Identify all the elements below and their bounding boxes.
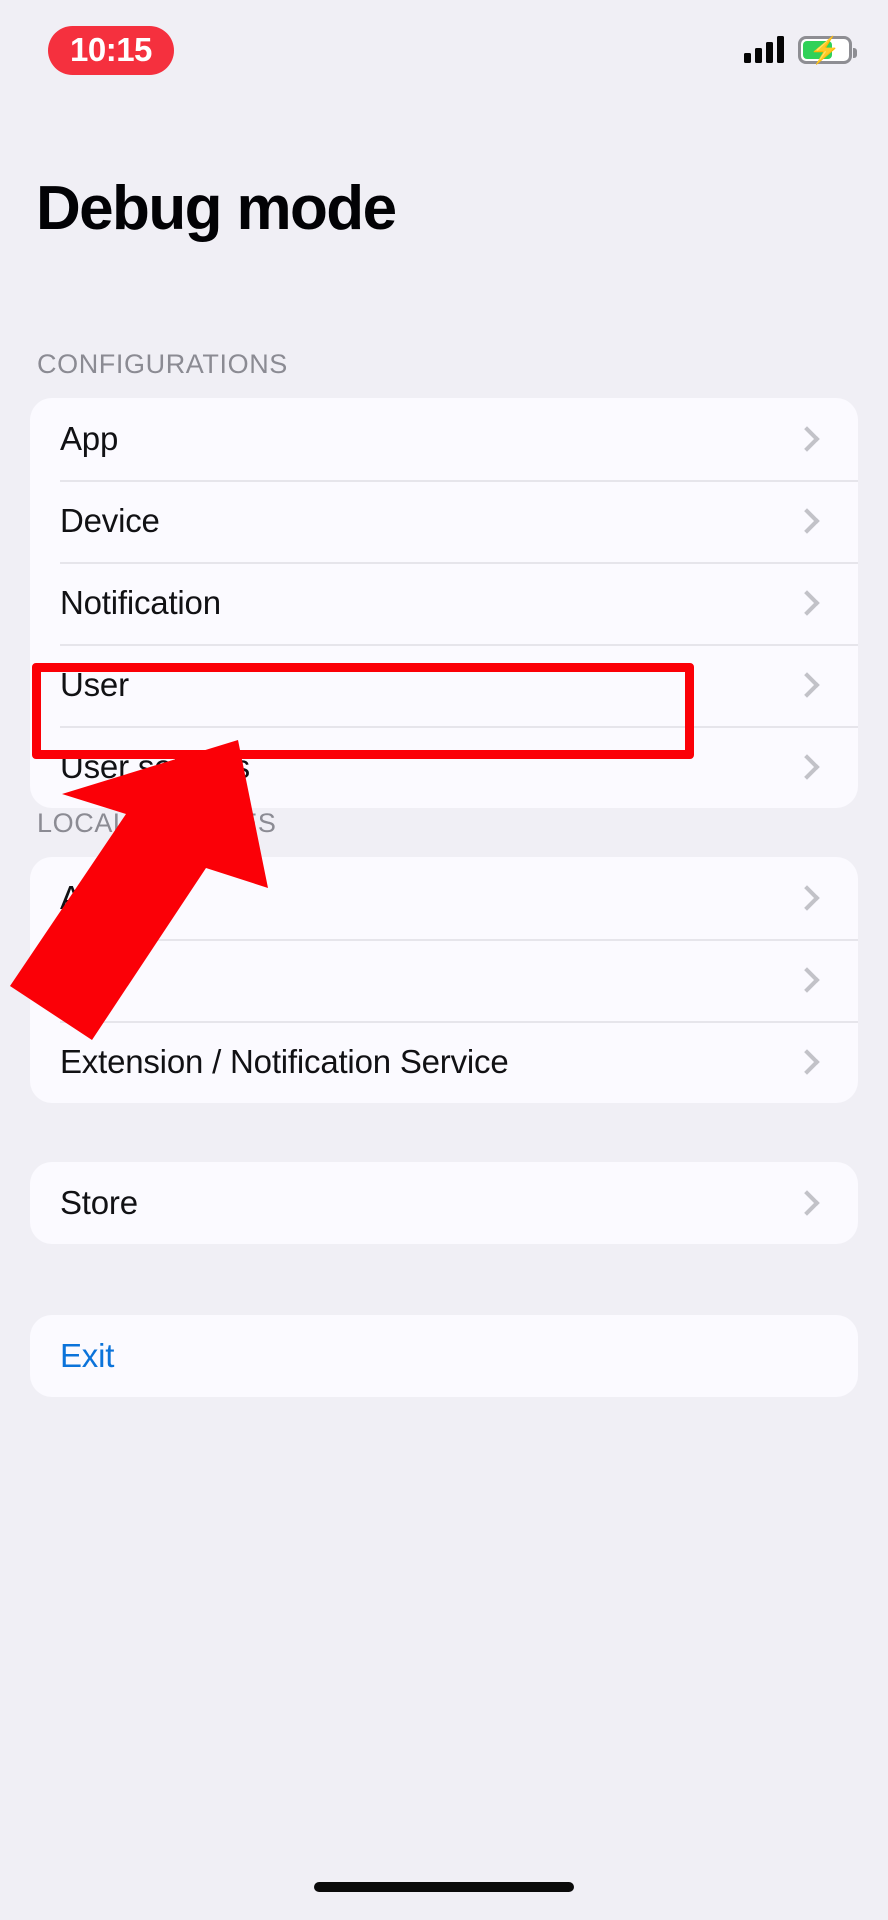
status-time-recording-pill: 10:15: [48, 25, 174, 75]
chevron-right-icon: [794, 1049, 820, 1075]
list-item-label: User: [60, 666, 129, 703]
chevron-right-icon: [794, 590, 820, 616]
store-group: Store: [0, 1162, 888, 1244]
list-item-label: Store: [60, 1184, 138, 1221]
exit-group: Exit: [0, 1315, 888, 1397]
exit-button-label: Exit: [60, 1337, 115, 1374]
exit-button[interactable]: Exit: [30, 1315, 858, 1397]
list-item-app[interactable]: App: [30, 398, 858, 480]
list-item-label: Notification: [60, 584, 221, 621]
cellular-signal-icon: [744, 36, 784, 63]
chevron-right-icon: [794, 1190, 820, 1216]
section-header-configurations: CONFIGURATIONS: [37, 349, 288, 379]
pointer-arrow-icon: [0, 740, 300, 1070]
chevron-right-icon: [794, 508, 820, 534]
pointer-arrow-svg: [10, 740, 268, 1040]
battery-charging-icon: ⚡: [798, 36, 857, 64]
chevron-right-icon: [794, 672, 820, 698]
debug-mode-screen: 10:15 ⚡ Debug mode CONFIGURATIONS App De…: [0, 0, 888, 1920]
list-item-store[interactable]: Store: [30, 1162, 858, 1244]
chevron-right-icon: [794, 754, 820, 780]
list-item-label: App: [60, 420, 119, 457]
home-indicator: [314, 1882, 574, 1892]
status-bar: 10:15 ⚡: [0, 0, 888, 100]
chevron-right-icon: [794, 885, 820, 911]
list-item-device[interactable]: Device: [30, 480, 858, 562]
chevron-right-icon: [794, 967, 820, 993]
page-title: Debug mode: [36, 174, 397, 243]
list-item-user[interactable]: User: [30, 644, 858, 726]
list-item-label: Device: [60, 502, 160, 539]
list-item-notification[interactable]: Notification: [30, 562, 858, 644]
status-indicators: ⚡: [744, 36, 857, 64]
chevron-right-icon: [794, 426, 820, 452]
